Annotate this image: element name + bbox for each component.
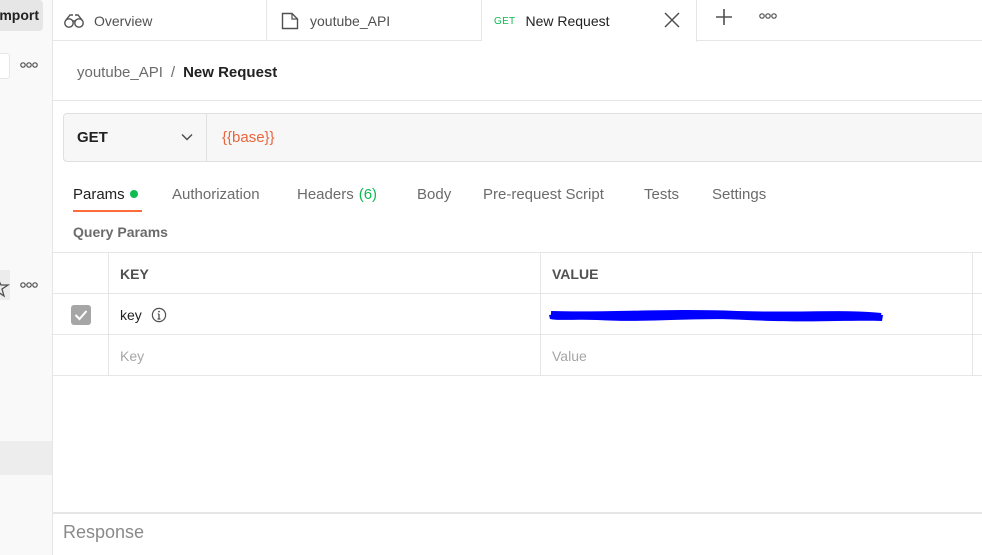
tab-params[interactable]: Params bbox=[73, 176, 142, 212]
tab-authorization-label: Authorization bbox=[172, 185, 260, 203]
params-table: KEY VALUE key Key Value bbox=[53, 252, 982, 377]
param-enabled-checkbox[interactable] bbox=[70, 304, 91, 325]
table-row-empty: Key Value bbox=[53, 335, 982, 376]
tab-tests-label: Tests bbox=[644, 185, 680, 203]
tab-overview-label: Overview bbox=[94, 12, 153, 29]
info-icon[interactable] bbox=[151, 307, 167, 323]
tab-authorization[interactable]: Authorization bbox=[172, 176, 260, 212]
header-divider bbox=[53, 100, 982, 101]
breadcrumb-collection-link[interactable]: youtube_API bbox=[77, 64, 163, 81]
url-bar: GET {{base}} bbox=[63, 113, 982, 162]
checkmark-icon bbox=[74, 309, 87, 320]
overview-icon bbox=[63, 11, 85, 31]
response-label: Response bbox=[63, 522, 145, 542]
import-button[interactable]: Import bbox=[0, 0, 43, 31]
star-icon[interactable] bbox=[0, 270, 10, 300]
new-param-value-input[interactable]: Value bbox=[541, 335, 973, 376]
query-params-heading: Query Params bbox=[73, 224, 168, 240]
tab-tests[interactable]: Tests bbox=[644, 176, 679, 212]
params-active-dot bbox=[129, 190, 138, 198]
new-param-key-input[interactable]: Key bbox=[109, 335, 541, 376]
tab-overview[interactable]: Overview bbox=[53, 0, 267, 41]
table-header-row: KEY VALUE bbox=[53, 253, 982, 294]
headers-count: (6) bbox=[358, 185, 378, 203]
tab-body[interactable]: Body bbox=[417, 176, 451, 212]
chevron-down-icon bbox=[181, 133, 193, 141]
column-header-value: VALUE bbox=[541, 253, 973, 294]
tab-params-label: Params bbox=[73, 185, 125, 203]
row-check-cell bbox=[53, 294, 109, 335]
sidebar: Import bbox=[0, 0, 53, 555]
param-key-text: key bbox=[120, 306, 142, 323]
tab-request-label: New Request bbox=[525, 13, 610, 29]
tab-collection[interactable]: youtube_API bbox=[267, 0, 482, 41]
method-select[interactable]: GET bbox=[64, 114, 207, 161]
tabs-more-icon[interactable] bbox=[757, 8, 779, 24]
response-divider[interactable] bbox=[53, 512, 982, 514]
breadcrumb-separator: / bbox=[170, 63, 176, 81]
tab-method-tag: GET bbox=[494, 15, 516, 27]
sidebar-filter-input[interactable] bbox=[0, 53, 10, 79]
tab-pre-request-label: Pre-request Script bbox=[483, 185, 604, 203]
header-check-cell bbox=[53, 253, 109, 294]
tab-body-label: Body bbox=[417, 185, 452, 203]
column-header-key: KEY bbox=[109, 253, 541, 294]
close-icon[interactable] bbox=[662, 10, 682, 30]
url-input[interactable]: {{base}} bbox=[208, 114, 982, 161]
tab-headers-label: Headers bbox=[297, 185, 354, 203]
import-button-label: Import bbox=[0, 7, 39, 23]
tab-settings-label: Settings bbox=[712, 185, 767, 203]
empty-check-cell bbox=[53, 335, 109, 376]
tab-headers[interactable]: Headers (6) bbox=[297, 176, 377, 212]
tab-collection-label: youtube_API bbox=[310, 12, 391, 29]
tab-settings[interactable]: Settings bbox=[712, 176, 766, 212]
more-options-icon[interactable] bbox=[18, 57, 40, 73]
breadcrumb: youtube_API / New Request bbox=[77, 60, 277, 84]
sidebar-selected-item[interactable] bbox=[0, 441, 52, 475]
plus-icon[interactable] bbox=[712, 5, 736, 29]
collection-more-icon[interactable] bbox=[18, 277, 40, 293]
redacted-value-scribble bbox=[549, 310, 883, 322]
tab-bar: Overview youtube_API GET New Request bbox=[53, 0, 982, 42]
request-name[interactable]: New Request bbox=[183, 64, 277, 81]
method-select-value: GET bbox=[77, 129, 108, 146]
table-row: key bbox=[53, 294, 982, 335]
param-key-cell[interactable]: key bbox=[109, 294, 541, 335]
tab-pre-request-script[interactable]: Pre-request Script bbox=[483, 176, 604, 212]
collection-icon bbox=[279, 11, 301, 31]
tab-new-request[interactable]: GET New Request bbox=[482, 0, 697, 42]
